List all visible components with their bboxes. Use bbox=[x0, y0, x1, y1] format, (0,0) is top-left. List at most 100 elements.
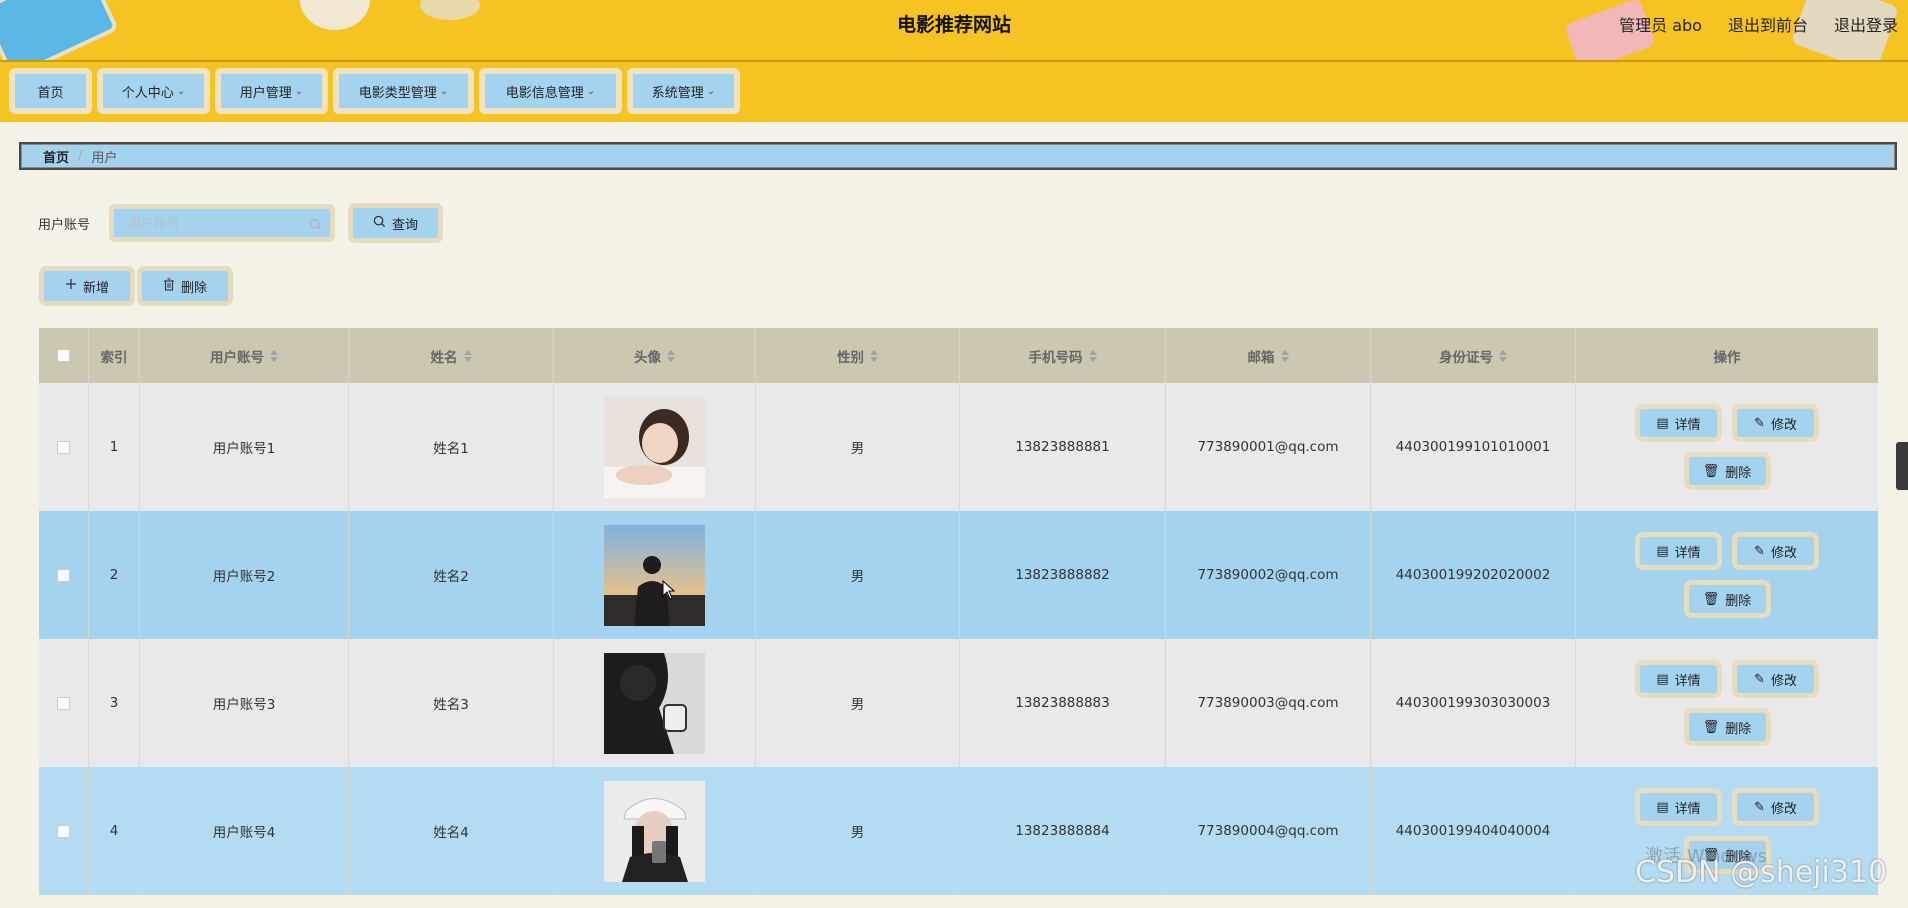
search-icon bbox=[309, 216, 322, 235]
header-name[interactable]: 姓名 bbox=[349, 328, 554, 383]
search-icon bbox=[373, 215, 386, 232]
nav-item-movie-info-management[interactable]: 电影信息管理 ⌄ bbox=[479, 68, 622, 114]
row-gender: 男 bbox=[756, 767, 960, 895]
detail-button[interactable]: ▤ 详情 bbox=[1635, 404, 1722, 442]
detail-button[interactable]: ▤ 详情 bbox=[1635, 788, 1722, 826]
edit-icon: ✎ bbox=[1754, 799, 1765, 815]
row-checkbox[interactable] bbox=[57, 440, 70, 454]
document-icon: ▤ bbox=[1656, 671, 1669, 687]
nav-item-system-management[interactable]: 系统管理 ⌄ bbox=[627, 68, 740, 114]
detail-button[interactable]: ▤ 详情 bbox=[1635, 532, 1722, 570]
nav-item-home[interactable]: 首页 bbox=[9, 68, 92, 114]
search-field bbox=[109, 204, 335, 242]
row-select-cell bbox=[39, 383, 89, 511]
header-operation: 操作 bbox=[1576, 328, 1878, 383]
row-id-card: 440300199404040004 bbox=[1371, 767, 1576, 895]
back-to-front-link[interactable]: 退出到前台 bbox=[1728, 12, 1808, 36]
delete-button[interactable]: 🗑 删除 bbox=[1683, 580, 1771, 618]
row-phone: 13823888882 bbox=[960, 511, 1166, 639]
table-row: 3 用户账号3 姓名3 男 13823888883 773890003@qq.c… bbox=[39, 639, 1878, 767]
query-button-label: 查询 bbox=[391, 217, 418, 233]
sort-icon[interactable] bbox=[1280, 349, 1289, 362]
mouse-cursor-icon bbox=[662, 579, 676, 604]
row-index: 3 bbox=[89, 639, 140, 767]
breadcrumb: 首页 / 用户 bbox=[19, 142, 1897, 170]
document-icon: ▤ bbox=[1656, 543, 1669, 559]
document-icon: ▤ bbox=[1656, 799, 1669, 815]
header-index-label: 索引 bbox=[100, 349, 128, 366]
header-phone[interactable]: 手机号码 bbox=[960, 328, 1166, 383]
add-button[interactable]: 新增 bbox=[39, 266, 135, 306]
row-phone: 13823888883 bbox=[960, 639, 1166, 767]
delete-button[interactable]: 🗑 删除 bbox=[1683, 708, 1771, 746]
nav-item-personal-center[interactable]: 个人中心 ⌄ bbox=[97, 68, 210, 114]
detail-label: 详情 bbox=[1674, 801, 1701, 817]
edit-button[interactable]: ✎ 修改 bbox=[1732, 404, 1819, 442]
header-gender[interactable]: 性别 bbox=[756, 328, 960, 383]
search-label: 用户账号 bbox=[38, 218, 91, 233]
select-all-cell bbox=[39, 328, 89, 383]
header-phone-label: 手机号码 bbox=[1028, 349, 1083, 366]
row-phone: 13823888881 bbox=[960, 383, 1166, 511]
sort-icon[interactable] bbox=[1499, 349, 1507, 362]
edit-label: 修改 bbox=[1770, 545, 1797, 561]
admin-label: 管理员 abo bbox=[1619, 16, 1702, 35]
row-name: 姓名1 bbox=[349, 383, 554, 511]
delete-button[interactable]: 🗑 删除 bbox=[1683, 452, 1771, 490]
row-email: 773890001@qq.com bbox=[1166, 383, 1371, 511]
row-checkbox[interactable] bbox=[57, 824, 70, 838]
delete-label: 删除 bbox=[1725, 593, 1752, 609]
avatar[interactable] bbox=[604, 652, 705, 754]
row-index: 1 bbox=[89, 383, 140, 511]
edit-icon: ✎ bbox=[1754, 671, 1765, 687]
avatar[interactable] bbox=[604, 780, 705, 882]
sort-icon[interactable] bbox=[270, 349, 278, 362]
row-actions: ▤ 详情 ✎ 修改 🗑 删除 bbox=[1576, 639, 1878, 767]
edit-button[interactable]: ✎ 修改 bbox=[1732, 532, 1819, 570]
header-account[interactable]: 用户账号 bbox=[140, 328, 349, 383]
sort-icon[interactable] bbox=[870, 349, 878, 362]
row-index: 4 bbox=[89, 767, 140, 895]
select-all-checkbox[interactable] bbox=[57, 349, 70, 362]
header-email[interactable]: 邮箱 bbox=[1166, 328, 1371, 383]
breadcrumb-home[interactable]: 首页 bbox=[43, 147, 69, 166]
avatar[interactable] bbox=[604, 524, 705, 626]
row-index: 2 bbox=[89, 511, 140, 639]
sort-icon[interactable] bbox=[1088, 349, 1097, 362]
avatar[interactable] bbox=[604, 396, 705, 498]
edit-button[interactable]: ✎ 修改 bbox=[1732, 660, 1819, 698]
nav-item-movie-type-management[interactable]: 电影类型管理 ⌄ bbox=[333, 68, 474, 114]
nav-item-user-management[interactable]: 用户管理 ⌄ bbox=[215, 68, 328, 114]
side-panel-toggle[interactable] bbox=[1896, 442, 1908, 490]
batch-delete-button[interactable]: 删除 bbox=[137, 266, 233, 306]
row-name: 姓名3 bbox=[349, 639, 554, 767]
row-phone: 13823888884 bbox=[960, 767, 1166, 895]
sort-icon[interactable] bbox=[667, 349, 675, 362]
breadcrumb-current: 用户 bbox=[91, 150, 118, 166]
sort-icon[interactable] bbox=[463, 349, 472, 362]
logout-link[interactable]: 退出登录 bbox=[1834, 12, 1898, 36]
row-id-card: 440300199101010001 bbox=[1371, 383, 1576, 511]
nav-item-label: 电影类型管理 bbox=[358, 85, 437, 101]
account-search-input[interactable] bbox=[114, 209, 310, 239]
trash-icon: 🗑 bbox=[1702, 591, 1720, 607]
detail-button[interactable]: ▤ 详情 bbox=[1635, 660, 1722, 698]
row-gender: 男 bbox=[756, 383, 960, 511]
header-account-label: 用户账号 bbox=[210, 349, 264, 366]
detail-label: 详情 bbox=[1674, 673, 1701, 689]
row-checkbox[interactable] bbox=[57, 568, 70, 582]
query-button[interactable]: 查询 bbox=[348, 203, 443, 243]
edit-label: 修改 bbox=[1770, 673, 1797, 689]
row-avatar-cell bbox=[554, 511, 756, 639]
table-header: 索引 用户账号 姓名 头像 性别 手机号码 邮箱 身份证号 操作 bbox=[39, 328, 1878, 383]
trash-icon: 🗑 bbox=[1702, 719, 1720, 735]
chevron-down-icon: ⌄ bbox=[294, 85, 304, 97]
row-name: 姓名2 bbox=[349, 511, 554, 639]
edit-button[interactable]: ✎ 修改 bbox=[1732, 788, 1819, 826]
header-id-card[interactable]: 身份证号 bbox=[1371, 328, 1576, 383]
header-avatar[interactable]: 头像 bbox=[554, 328, 756, 383]
row-gender: 男 bbox=[756, 639, 960, 767]
nav-item-label: 电影信息管理 bbox=[505, 85, 584, 101]
row-actions: ▤ 详情 ✎ 修改 🗑 删除 bbox=[1576, 383, 1878, 511]
row-checkbox[interactable] bbox=[57, 696, 70, 710]
